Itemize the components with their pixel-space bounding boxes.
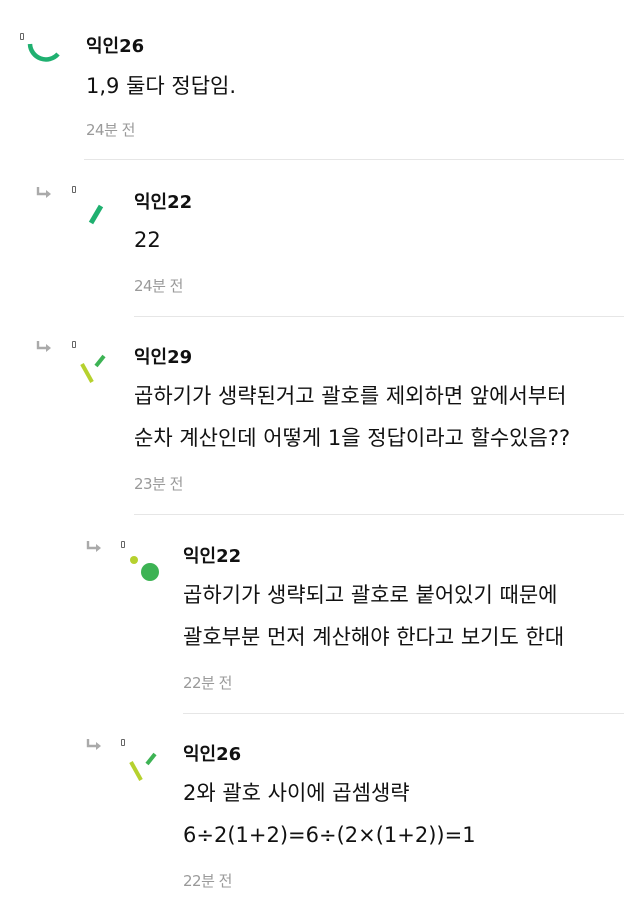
comment-timestamp: 24분 전 <box>86 121 135 139</box>
small-marker-icon <box>72 341 76 348</box>
comment-text-line: 곱하기가 생략된거고 괄호를 제외하면 앞에서부터 <box>134 384 567 408</box>
comment-author[interactable]: 익인26 <box>183 740 241 766</box>
comment-timestamp: 23분 전 <box>134 475 183 493</box>
comment-text-line: 괄호부분 먼저 계산해야 한다고 보기도 한대 <box>183 625 565 649</box>
comment-text-line: 2와 괄호 사이에 곱셈생략 <box>183 781 410 805</box>
comment-text-line: 1,9 둘다 정답임. <box>86 74 237 98</box>
comment-timestamp: 22분 전 <box>183 872 232 890</box>
comment-text-line: 순차 계산인데 어떻게 1을 정답이라고 할수있음?? <box>134 426 571 450</box>
avatar-icon[interactable] <box>127 750 167 790</box>
reply-arrow-icon <box>36 187 51 198</box>
avatar-icon[interactable] <box>84 198 124 238</box>
small-marker-icon <box>121 739 125 746</box>
comment-text-line: 22 <box>134 228 161 252</box>
reply-arrow-icon <box>86 739 101 750</box>
divider <box>183 713 624 714</box>
divider <box>134 514 624 515</box>
comment-author[interactable]: 익인29 <box>134 343 192 369</box>
divider <box>134 316 624 317</box>
comment-author[interactable]: 익인22 <box>134 188 192 214</box>
comment-text-line: 곱하기가 생략되고 괄호로 붙어있기 때문에 <box>183 583 558 607</box>
reply-arrow-icon <box>36 341 51 352</box>
comment-timestamp: 22분 전 <box>183 674 232 692</box>
avatar-icon[interactable] <box>124 550 164 590</box>
comment-timestamp: 24분 전 <box>134 277 183 295</box>
comment-author[interactable]: 익인26 <box>86 32 144 58</box>
comment-author[interactable]: 익인22 <box>183 542 241 568</box>
avatar-icon[interactable] <box>24 30 64 70</box>
divider <box>84 159 624 160</box>
small-marker-icon <box>72 186 76 193</box>
small-marker-icon <box>121 541 125 548</box>
comment-text-line: 6÷2(1+2)=6÷(2×(1+2))=1 <box>183 823 476 847</box>
reply-arrow-icon <box>86 541 101 552</box>
avatar-icon[interactable] <box>78 352 118 392</box>
